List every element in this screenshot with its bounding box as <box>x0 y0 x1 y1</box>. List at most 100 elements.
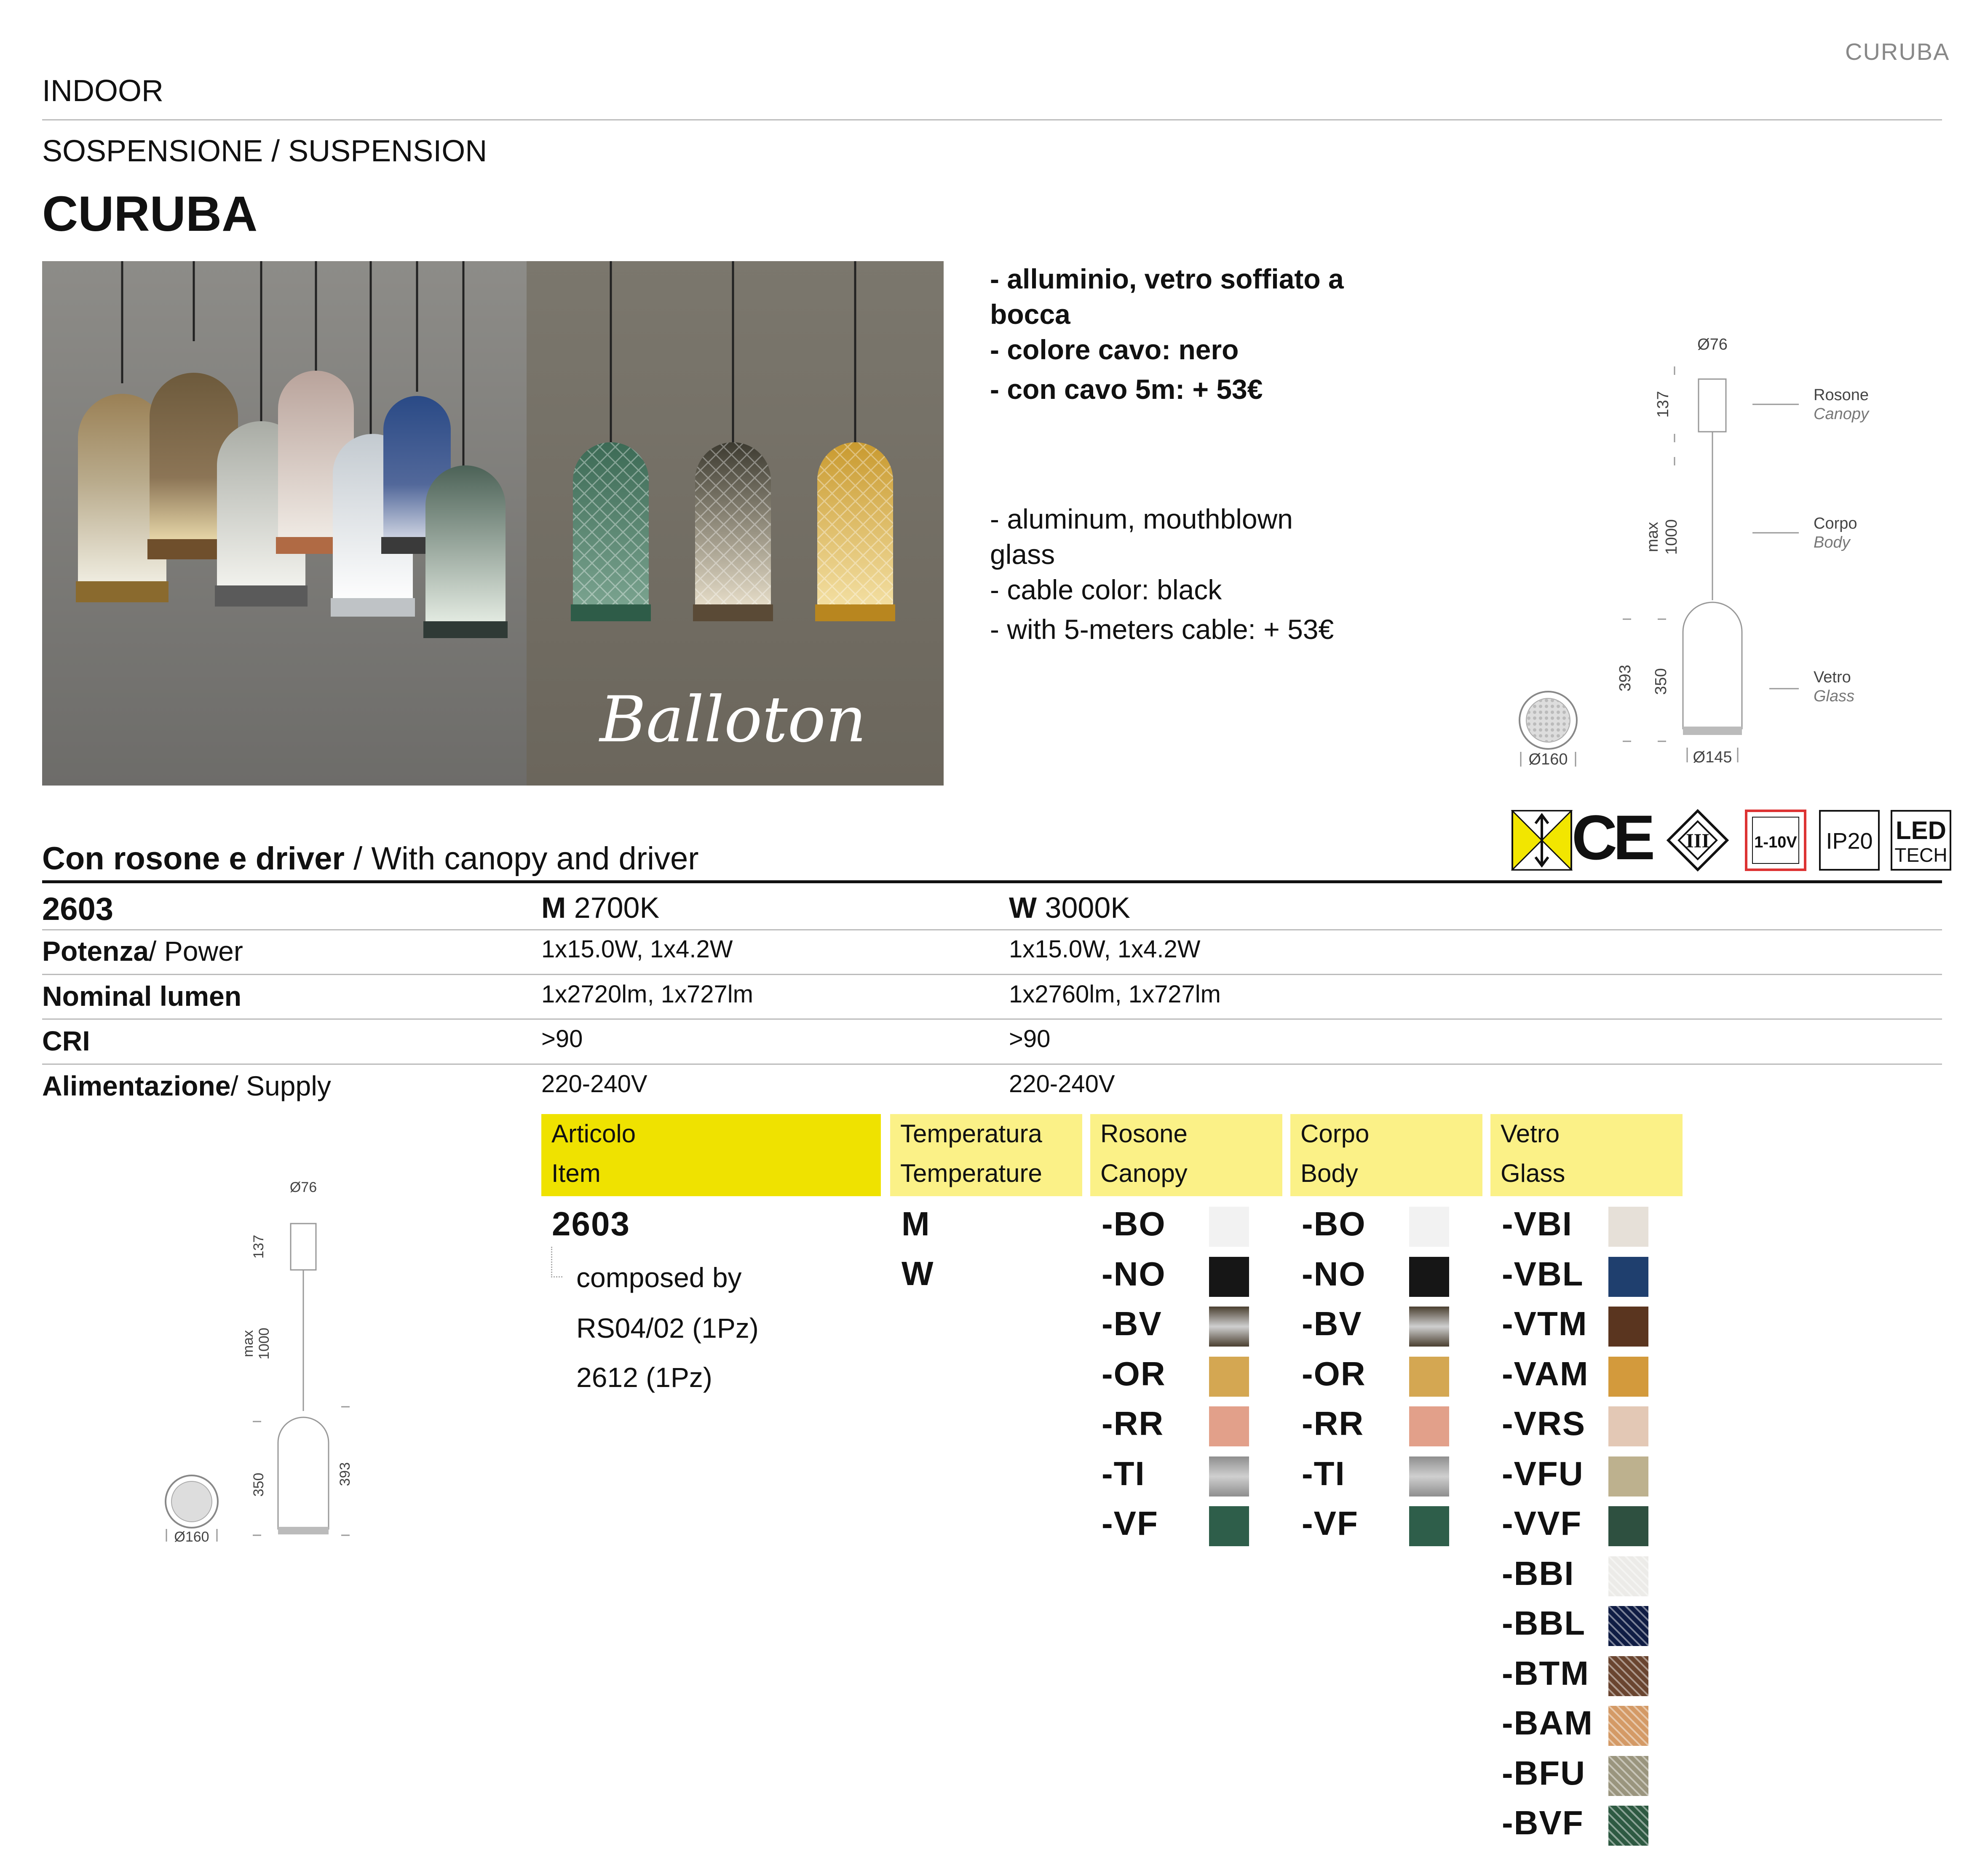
canopy-swatch <box>1209 1256 1249 1297</box>
heading-bold: Con rosone e driver <box>42 841 345 877</box>
dim-base-diam: Ø145 <box>1693 748 1732 766</box>
desc-en-line: glass <box>990 539 1055 570</box>
section-heading: Con rosone e driver / With canopy and dr… <box>42 840 699 877</box>
glass-code: -BBL <box>1502 1604 1586 1642</box>
desc-it-line: - colore cavo: nero <box>990 334 1239 365</box>
desc-en-line: - with 5-meters cable: + 53€ <box>990 614 1334 645</box>
dim-canopy-diam: Ø76 <box>290 1179 317 1195</box>
label-corpo: Corpo <box>1814 515 1857 532</box>
header-line2: Temperature <box>900 1159 1042 1187</box>
header-line1: Vetro <box>1501 1120 1560 1148</box>
row-value-m: 220-240V <box>541 1070 647 1098</box>
body-swatch <box>1409 1256 1449 1297</box>
canopy-swatch <box>1209 1506 1249 1546</box>
row-label-bold: Potenza <box>42 935 149 967</box>
table-top-rule <box>42 880 1942 883</box>
canopy-code: -RR <box>1102 1405 1164 1442</box>
item-code: 2603 <box>552 1205 630 1243</box>
row-label-bold: CRI <box>42 1025 90 1056</box>
dim-cable-length: 1000 <box>1663 519 1680 555</box>
page-title: CURUBA <box>42 186 258 242</box>
canopy-code: -BV <box>1102 1305 1162 1342</box>
dim-canopy-h: 137 <box>251 1235 267 1259</box>
header-item: Articolo Item <box>541 1114 881 1196</box>
heading-rest: / With canopy and driver <box>344 841 699 877</box>
driver-icon <box>1511 810 1573 871</box>
glass-code: -VBL <box>1502 1255 1584 1293</box>
dim-top-diam: Ø160 <box>1529 751 1568 768</box>
row-label: Nominal lumen <box>42 980 241 1012</box>
glass-swatch <box>1608 1256 1648 1297</box>
body-swatch <box>1409 1356 1449 1397</box>
canopy-swatch <box>1209 1207 1249 1247</box>
glass-swatch <box>1608 1756 1648 1796</box>
desc-en-line: - aluminum, mouthblown <box>990 503 1293 534</box>
component-part: 2612 (1Pz) <box>576 1362 712 1393</box>
glass-code: -VAM <box>1502 1355 1589 1392</box>
certification-icons: CE III 1-10V IP20 LED TECH <box>1510 802 1953 873</box>
canopy-code: -TI <box>1102 1454 1145 1492</box>
header-body: Corpo Body <box>1290 1114 1482 1196</box>
glass-swatch <box>1608 1307 1648 1347</box>
row-value-w: 220-240V <box>1009 1070 1115 1098</box>
glass-code: -VBI <box>1502 1205 1573 1243</box>
m-temp: M 2700K <box>541 891 659 925</box>
header-line1: Articolo <box>551 1120 636 1148</box>
row-label: Alimentazione/ Supply <box>42 1070 331 1102</box>
canopy-swatch <box>1209 1356 1249 1397</box>
divider <box>42 119 1942 120</box>
glass-swatch <box>1608 1406 1648 1446</box>
row-label-rest: / Supply <box>230 1070 331 1101</box>
desc-en-line: - cable color: black <box>990 574 1222 605</box>
label-rosone: Rosone <box>1814 386 1869 404</box>
glass-code: -BBI <box>1502 1554 1575 1592</box>
section-label: INDOOR <box>42 74 163 108</box>
temp-code: W <box>902 1255 934 1292</box>
header-glass: Vetro Glass <box>1490 1114 1683 1196</box>
header-line1: Corpo <box>1300 1120 1370 1148</box>
description-it: - alluminio, vetro soffiato a bocca - co… <box>990 261 1344 407</box>
description-en: - aluminum, mouthblown glass - cable col… <box>990 501 1334 647</box>
header-line2: Glass <box>1501 1159 1565 1187</box>
dim-glass-height: 350 <box>251 1473 267 1497</box>
label-body: Body <box>1814 534 1851 551</box>
desc-it-line: - alluminio, vetro soffiato a <box>990 263 1344 294</box>
canopy-code: -BO <box>1102 1205 1166 1243</box>
led-tech-icon: LED TECH <box>1891 810 1951 871</box>
glass-code: -VTM <box>1502 1305 1588 1342</box>
svg-text:TECH: TECH <box>1894 844 1947 866</box>
header-canopy: Rosone Canopy <box>1090 1114 1282 1196</box>
dim-total-height: 393 <box>1616 665 1634 691</box>
composed-by: composed by <box>576 1262 742 1293</box>
glass-swatch <box>1608 1506 1648 1546</box>
row-value-w: 1x15.0W, 1x4.2W <box>1009 935 1201 963</box>
body-code: -BO <box>1302 1205 1366 1243</box>
w-temp: W 3000K <box>1009 891 1130 925</box>
glass-code: -VVF <box>1502 1505 1582 1542</box>
body-code: -RR <box>1302 1405 1364 1442</box>
body-swatch <box>1409 1506 1449 1546</box>
glass-swatch <box>1608 1456 1648 1497</box>
dim-max: max <box>1644 522 1661 552</box>
body-swatch <box>1409 1456 1449 1497</box>
glass-code: -VFU <box>1502 1454 1584 1492</box>
glass-swatch <box>1608 1806 1648 1846</box>
w-value: 3000K <box>1037 891 1130 924</box>
class-iii-icon: III <box>1666 809 1729 872</box>
header-temperature: Temperatura Temperature <box>890 1114 1082 1196</box>
dim-canopy-h: 137 <box>1654 391 1672 417</box>
canopy-swatch <box>1209 1456 1249 1497</box>
desc-it-line: - con cavo 5m: + 53€ <box>990 374 1263 405</box>
label-glass: Glass <box>1814 687 1854 705</box>
canopy-code: -VF <box>1102 1505 1158 1542</box>
label-canopy: Canopy <box>1814 405 1870 423</box>
glass-code: -VRS <box>1502 1405 1586 1442</box>
row-value-m: >90 <box>541 1025 583 1053</box>
glass-code: -BAM <box>1502 1704 1593 1742</box>
row-label-rest: / Power <box>149 935 243 967</box>
body-code: -TI <box>1302 1454 1346 1492</box>
header-line2: Canopy <box>1100 1159 1188 1187</box>
desc-it-line: bocca <box>990 299 1070 330</box>
row-label-bold: Nominal lumen <box>42 981 242 1012</box>
body-code: -OR <box>1302 1355 1366 1392</box>
